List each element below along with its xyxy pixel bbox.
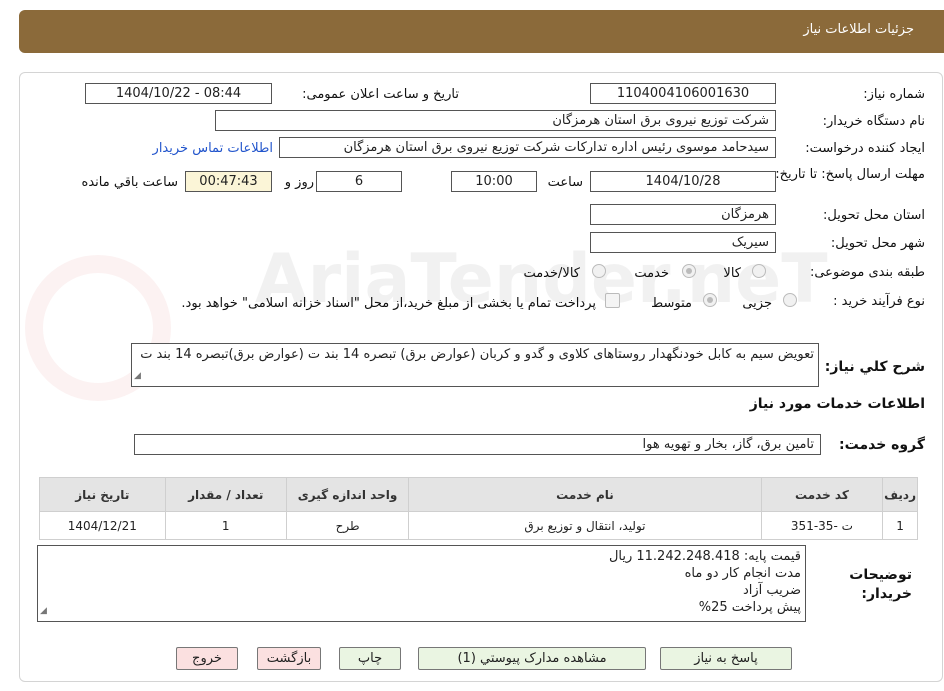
category-service-radio[interactable] (682, 264, 696, 278)
buyer-notes-line: مدت انجام کار دو ماه (684, 566, 801, 581)
page-header: جزئیات اطلاعات نیاز (19, 10, 944, 53)
remaining-time-label: ساعت باقي مانده (81, 175, 178, 190)
buyer-notes-textarea[interactable]: قیمت پایه: 11.242.248.418 ریال مدت انجام… (37, 545, 806, 622)
process-label: نوع فرآیند خرید : (833, 294, 925, 309)
cell-row-number: 1 (882, 511, 918, 540)
category-service-label: خدمت (634, 266, 669, 281)
deadline-time-field: 10:00 (451, 171, 537, 192)
announce-date-field: 1404/10/22 - 08:44 (85, 83, 272, 104)
process-minor-label: جزیی (742, 296, 772, 311)
process-medium-label: متوسط (651, 296, 692, 311)
city-field: سیریک (590, 232, 776, 253)
buyer-notes-label: توضیحات خریدار: (849, 567, 912, 602)
col-service-name: نام خدمت (408, 477, 762, 512)
process-medium-radio[interactable] (703, 293, 717, 307)
category-label: طبقه بندی موضوعی: (809, 265, 925, 280)
requester-label: ایجاد کننده درخواست: (805, 141, 925, 156)
province-label: استان محل تحویل: (823, 208, 925, 223)
deadline-time-label: ساعت (547, 175, 583, 190)
category-goods-service-radio[interactable] (592, 264, 606, 278)
city-label: شهر محل تحویل: (830, 236, 925, 251)
summary-textarea[interactable]: تعویض سیم به کابل خودنگهدار روستاهای کلا… (131, 343, 819, 387)
buyer-notes-line: قیمت پایه: 11.242.248.418 ریال (608, 549, 801, 564)
buyer-org-label: نام دستگاه خریدار: (822, 114, 925, 129)
contact-buyer-link[interactable]: اطلاعات تماس خریدار (153, 141, 273, 156)
cell-need-date: 1404/12/21 (39, 511, 166, 540)
table-header-row: ردیف کد خدمت نام خدمت واحد اندازه گیری ت… (39, 477, 918, 512)
deadline-label: مهلت ارسال پاسخ: تا تاریخ: (775, 167, 925, 182)
services-section-title: اطلاعات خدمات مورد نیاز (749, 396, 925, 412)
category-goods-radio[interactable] (752, 264, 766, 278)
page-title: جزئیات اطلاعات نیاز (803, 22, 914, 37)
print-button[interactable]: چاپ (339, 647, 401, 670)
announce-label: تاریخ و ساعت اعلان عمومی: (302, 87, 459, 102)
services-table: ردیف کد خدمت نام خدمت واحد اندازه گیری ت… (39, 477, 918, 540)
need-number-field: 1104004106001630 (590, 83, 776, 104)
col-unit: واحد اندازه گیری (285, 477, 410, 512)
col-service-code: کد خدمت (760, 477, 884, 512)
remaining-time-field: 00:47:43 (185, 171, 272, 192)
province-field: هرمزگان (590, 204, 776, 225)
process-minor-radio[interactable] (783, 293, 797, 307)
cell-service-code: ت -35-351 (760, 511, 884, 540)
table-row: 1 ت -35-351 تولید، انتقال و توزیع برق طر… (39, 511, 918, 540)
cell-quantity: 1 (164, 511, 287, 540)
cell-service-name: تولید، انتقال و توزیع برق (408, 511, 762, 540)
treasury-payment-note: پرداخت تمام یا بخشی از مبلغ خرید،از محل … (181, 296, 596, 311)
category-goods-service-label: کالا/خدمت (523, 266, 580, 281)
col-need-date: تاریخ نیاز (39, 477, 166, 512)
buyer-notes-line: پیش پرداخت 25% (698, 600, 801, 615)
service-group-field: تامین برق، گاز، بخار و تهویه هوا (134, 434, 821, 455)
need-number-label: شماره نیاز: (863, 87, 925, 102)
col-quantity: تعداد / مقدار (164, 477, 287, 512)
resize-grip-icon[interactable]: ◢ (40, 603, 47, 620)
deadline-date-field: 1404/10/28 (590, 171, 776, 192)
resize-grip-icon[interactable]: ◢ (134, 368, 141, 385)
summary-label: شرح کلي نیاز: (824, 359, 925, 375)
days-label: روز و (284, 175, 314, 190)
treasury-payment-checkbox[interactable] (605, 293, 620, 308)
view-attachments-button[interactable]: مشاهده مدارک پیوستي (1) (418, 647, 646, 670)
buyer-org-field: شرکت توزیع نیروی برق استان هرمزگان (215, 110, 776, 131)
col-row-number: ردیف (882, 477, 918, 512)
back-button[interactable]: بازگشت (257, 647, 321, 670)
summary-text: تعویض سیم به کابل خودنگهدار روستاهای کلا… (140, 347, 814, 362)
cell-unit: طرح (285, 511, 410, 540)
service-group-label: گروه خدمت: (839, 437, 925, 453)
respond-button[interactable]: پاسخ به نیاز (660, 647, 792, 670)
days-remaining-field: 6 (316, 171, 402, 192)
category-goods-label: کالا (723, 266, 741, 281)
requester-field: سیدحامد موسوی رئیس اداره تداركات شرکت تو… (279, 137, 776, 158)
buyer-notes-line: ضریب آزاد (742, 583, 801, 598)
exit-button[interactable]: خروج (176, 647, 238, 670)
